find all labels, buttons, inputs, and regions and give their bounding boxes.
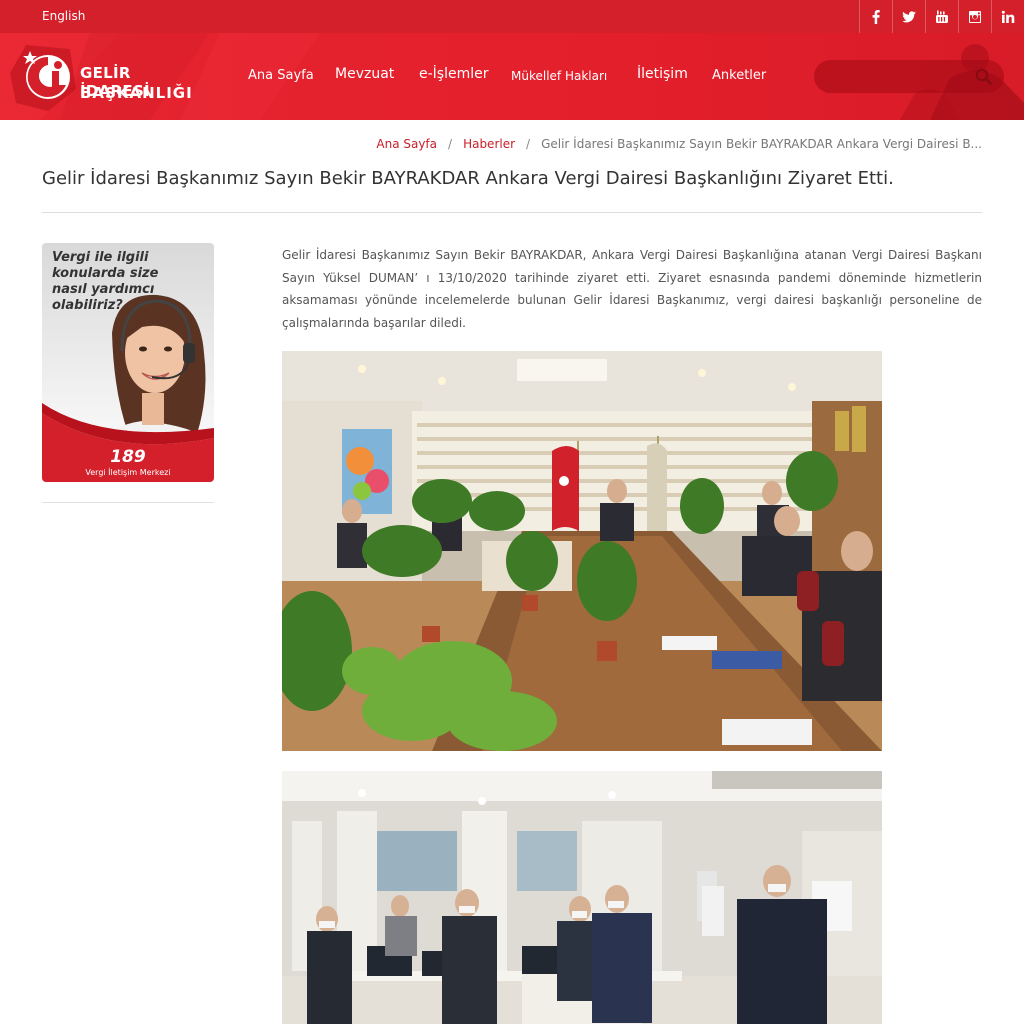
breadcrumb: Ana Sayfa / Haberler / Gelir İdaresi Başkanı… [376,137,982,151]
youtube-icon [936,10,948,23]
banner-question: Vergi ile ilgili konularda size nasıl ya… [52,250,159,313]
article-photo-meeting [282,351,882,751]
banner-caption: Vergi İletişim Merkezi [85,468,171,477]
breadcrumb-separator: / [448,137,453,151]
office-visit-photo [282,771,882,1024]
nav-e-islemler[interactable]: e-İşlemler [419,66,489,82]
search-input[interactable] [814,60,1004,93]
language-switch-link[interactable]: English [42,9,85,23]
facebook-icon [872,9,880,24]
main-header: GELİR İDARESİ BAŞKANLIĞI Ana Sayfa Mevzu… [0,33,1024,120]
top-bar: English [0,0,1024,33]
twitter-link[interactable] [892,0,925,33]
linkedin-icon [1001,10,1015,23]
social-links [859,0,1024,33]
banner-phone-number: 189 [110,447,146,467]
site-logo[interactable]: GELİR İDARESİ BAŞKANLIĞI [8,43,192,111]
nav-anketler[interactable]: Anketler [712,68,766,83]
meeting-room-photo [282,351,882,751]
nav-mevzuat[interactable]: Mevzuat [335,66,394,82]
contact-center-banner[interactable]: Vergi ile ilgili konularda size nasıl ya… [42,243,214,482]
logo-text-line2: BAŞKANLIĞI [80,84,193,102]
breadcrumb-current: Gelir İdaresi Başkanımız Sayın Bekir BAY… [541,137,982,151]
breadcrumb-home-link[interactable]: Ana Sayfa [376,137,437,151]
page-title: Gelir İdaresi Başkanımız Sayın Bekir BAY… [42,168,894,189]
instagram-icon [969,10,981,23]
breadcrumb-separator: / [526,137,531,151]
youtube-link[interactable] [925,0,958,33]
breadcrumb-section-link[interactable]: Haberler [463,137,515,151]
sidebar-divider [42,502,214,503]
nav-iletisim[interactable]: İletişim [637,66,688,82]
linkedin-link[interactable] [991,0,1024,33]
article-photo-office [282,771,882,1024]
twitter-icon [902,10,916,22]
instagram-link[interactable] [958,0,991,33]
logo-emblem-icon [10,45,76,111]
title-divider [42,212,982,213]
nav-ana-sayfa[interactable]: Ana Sayfa [248,68,314,83]
nav-mukellef-haklari[interactable]: Mükellef Hakları [511,69,607,83]
article-body: Gelir İdaresi Başkanımız Sayın Bekir BAY… [282,248,982,330]
search-icon[interactable] [975,68,992,85]
facebook-link[interactable] [859,0,892,33]
